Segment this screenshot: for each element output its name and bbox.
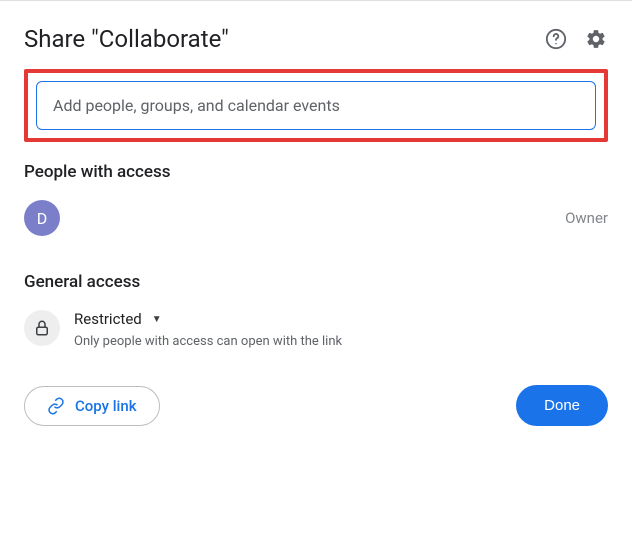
- people-input-wrapper[interactable]: [36, 81, 596, 130]
- general-section-title: General access: [24, 272, 608, 292]
- person-row: D Owner: [24, 200, 608, 236]
- link-icon: [47, 397, 65, 415]
- person-role: Owner: [565, 209, 608, 227]
- general-access-row: Restricted ▼ Only people with access can…: [24, 310, 608, 349]
- done-button[interactable]: Done: [516, 385, 608, 426]
- gear-icon[interactable]: [584, 27, 608, 51]
- header-actions: [544, 27, 608, 51]
- access-info: Restricted ▼ Only people with access can…: [74, 310, 342, 349]
- avatar: D: [24, 200, 60, 236]
- dialog-header: Share "Collaborate": [24, 25, 608, 53]
- chevron-down-icon: ▼: [152, 314, 162, 325]
- lock-icon: [24, 310, 60, 346]
- dialog-title: Share "Collaborate": [24, 25, 229, 53]
- dialog-footer: Copy link Done: [24, 385, 608, 426]
- access-selector[interactable]: Restricted ▼: [74, 310, 342, 328]
- access-label: Restricted: [74, 310, 142, 328]
- add-people-input[interactable]: [53, 96, 579, 115]
- copy-link-button[interactable]: Copy link: [24, 386, 160, 426]
- help-icon[interactable]: [544, 27, 568, 51]
- people-section-title: People with access: [24, 162, 608, 182]
- input-highlight: [24, 69, 608, 142]
- access-description: Only people with access can open with th…: [74, 334, 342, 349]
- share-dialog: Share "Collaborate" People with access D: [0, 0, 632, 556]
- copy-link-label: Copy link: [75, 397, 137, 415]
